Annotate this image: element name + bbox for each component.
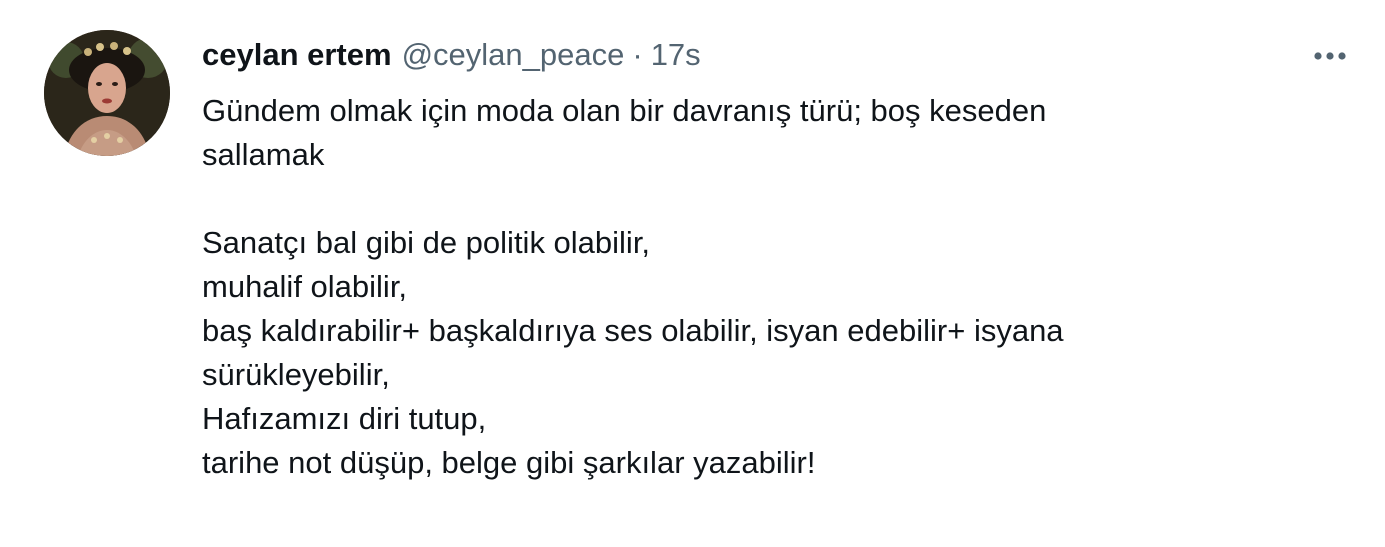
tweet-timestamp[interactable]: 17s — [651, 33, 701, 77]
tweet-text-line: Gündem olmak için moda olan bir davranış… — [202, 93, 1047, 128]
tweet-text-line: Hafızamızı diri tutup, — [202, 401, 487, 436]
tweet[interactable]: ceylan ertem @ceylan_peace · 17s Gündem … — [0, 0, 1385, 547]
author-handle[interactable]: @ceylan_peace — [402, 33, 625, 77]
avatar[interactable] — [44, 30, 170, 156]
tweet-header: ceylan ertem @ceylan_peace · 17s — [202, 33, 701, 77]
avatar-image — [44, 30, 170, 156]
tweet-text-line: sallamak — [202, 137, 325, 172]
tweet-text-line: muhalif olabilir, — [202, 269, 408, 304]
tweet-text-line: Sanatçı bal gibi de politik olabilir, — [202, 225, 651, 260]
more-dots-icon — [1314, 52, 1346, 60]
more-options-button[interactable] — [1306, 40, 1354, 72]
header-separator: · — [632, 37, 643, 72]
tweet-text-line: sürükleyebilir, — [202, 357, 390, 392]
author-display-name[interactable]: ceylan ertem — [202, 33, 392, 77]
tweet-text-line: tarihe not düşüp, belge gibi şarkılar ya… — [202, 445, 816, 480]
tweet-text-line: baş kaldırabilir+ başkaldırıya ses olabi… — [202, 313, 1064, 348]
tweet-text: Gündem olmak için moda olan bir davranış… — [202, 89, 1342, 485]
